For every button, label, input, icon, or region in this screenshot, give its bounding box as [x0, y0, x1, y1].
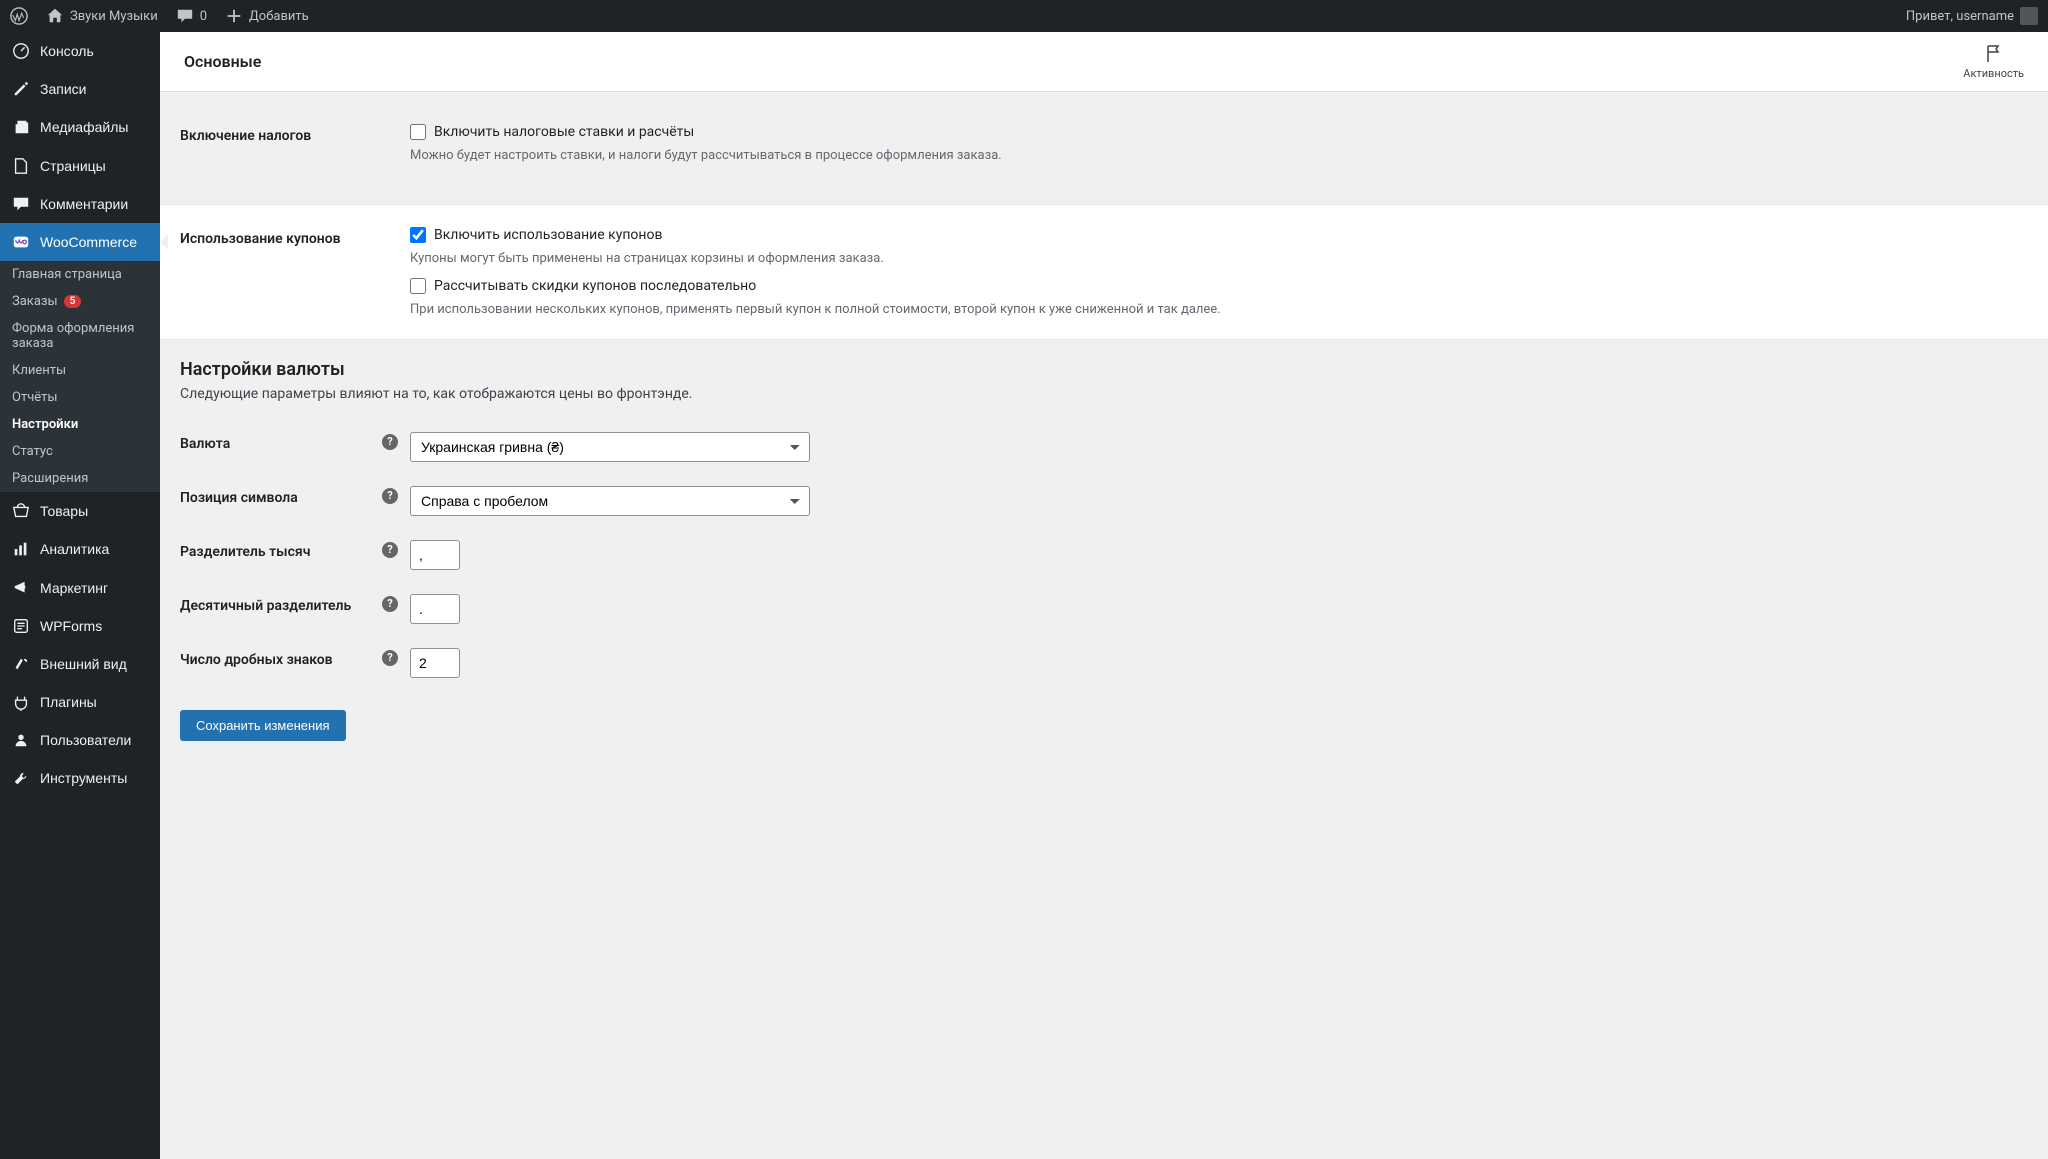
- sidebar-item-woocommerce[interactable]: WooCommerce: [0, 223, 160, 261]
- help-icon[interactable]: ?: [382, 596, 398, 612]
- sidebar-item-label: WooCommerce: [40, 233, 137, 251]
- content-area: Основные Активность Включение налогов Вк…: [160, 32, 2048, 1159]
- submenu-item-extensions[interactable]: Расширения: [0, 465, 160, 492]
- add-new-link[interactable]: Добавить: [225, 7, 309, 25]
- site-link[interactable]: Звуки Музыки: [46, 7, 158, 25]
- tab-header: Основные Активность: [160, 32, 2048, 92]
- tab-general[interactable]: Основные: [184, 52, 261, 71]
- flag-icon: [1984, 44, 2004, 64]
- sidebar-item-label: Страницы: [40, 157, 106, 175]
- sidebar-item-products[interactable]: Товары: [0, 492, 160, 530]
- site-name-label: Звуки Музыки: [70, 9, 158, 24]
- decimal-sep-input[interactable]: [410, 594, 460, 624]
- orders-badge: 5: [64, 295, 82, 308]
- label-enable-taxes: Включение налогов: [180, 124, 410, 144]
- currency-select[interactable]: Украинская гривна (₴): [410, 432, 810, 462]
- label-num-decimals: Число дробных знаков: [180, 648, 382, 668]
- sidebar-item-label: Товары: [40, 502, 88, 520]
- sidebar-item-tools[interactable]: Инструменты: [0, 759, 160, 797]
- sidebar-item-media[interactable]: Медиафайлы: [0, 108, 160, 146]
- sidebar-item-users[interactable]: Пользователи: [0, 721, 160, 759]
- sidebar-item-comments[interactable]: Комментарии: [0, 185, 160, 223]
- sidebar-item-pages[interactable]: Страницы: [0, 147, 160, 185]
- label-currency-position: Позиция символа: [180, 486, 382, 506]
- label-coupons: Использование купонов: [180, 227, 410, 247]
- enable-coupons-checkbox-label[interactable]: Включить использование купонов: [434, 227, 662, 243]
- row-currency: Валюта ? Украинская гривна (₴): [180, 420, 2028, 474]
- submenu-item-reports[interactable]: Отчёты: [0, 384, 160, 411]
- submenu-item-home[interactable]: Главная страница: [0, 261, 160, 288]
- sidebar-item-label: Медиафайлы: [40, 118, 128, 136]
- thousand-sep-input[interactable]: [410, 540, 460, 570]
- admin-sidebar: Консоль Записи Медиафайлы Страницы Комме…: [0, 32, 160, 1159]
- activity-label: Активность: [1963, 67, 2024, 80]
- sidebar-item-label: Маркетинг: [40, 579, 108, 597]
- label-decimal-sep: Десятичный разделитель: [180, 594, 382, 614]
- sequential-coupons-desc: При использовании нескольких купонов, пр…: [410, 302, 2028, 317]
- sidebar-item-plugins[interactable]: Плагины: [0, 683, 160, 721]
- row-decimal-sep: Десятичный разделитель ?: [180, 582, 2028, 636]
- sidebar-item-marketing[interactable]: Маркетинг: [0, 569, 160, 607]
- comments-link[interactable]: 0: [176, 7, 207, 25]
- submenu-item-status[interactable]: Статус: [0, 438, 160, 465]
- help-icon[interactable]: ?: [382, 542, 398, 558]
- sidebar-item-analytics[interactable]: Аналитика: [0, 530, 160, 568]
- woocommerce-submenu: Главная страница Заказы 5 Форма оформлен…: [0, 261, 160, 492]
- sidebar-item-label: Аналитика: [40, 540, 109, 558]
- submenu-item-orders[interactable]: Заказы 5: [0, 288, 160, 315]
- coupons-section-highlight: Использование купонов Включить использов…: [160, 205, 2048, 339]
- submenu-item-checkout-form[interactable]: Форма оформления заказа: [0, 315, 160, 357]
- sidebar-item-label: Инструменты: [40, 769, 127, 787]
- row-currency-position: Позиция символа ? Справа с пробелом: [180, 474, 2028, 528]
- sidebar-item-label: Пользователи: [40, 731, 131, 749]
- submenu-item-customers[interactable]: Клиенты: [0, 357, 160, 384]
- help-icon[interactable]: ?: [382, 488, 398, 504]
- greeting-label: Привет, username: [1906, 9, 2014, 24]
- enable-taxes-desc: Можно будет настроить ставки, и налоги б…: [410, 148, 2028, 163]
- help-icon[interactable]: ?: [382, 650, 398, 666]
- label-thousand-sep: Разделитель тысяч: [180, 540, 382, 560]
- sidebar-item-label: Комментарии: [40, 195, 128, 213]
- submenu-item-settings[interactable]: Настройки: [0, 411, 160, 438]
- enable-coupons-checkbox[interactable]: [410, 227, 426, 243]
- currency-section-title: Настройки валюты: [180, 359, 2028, 380]
- comment-count: 0: [200, 9, 207, 24]
- help-icon[interactable]: ?: [382, 434, 398, 450]
- add-new-label: Добавить: [249, 9, 309, 24]
- currency-position-select[interactable]: Справа с пробелом: [410, 486, 810, 516]
- enable-coupons-desc: Купоны могут быть применены на страницах…: [410, 251, 2028, 266]
- sequential-coupons-checkbox[interactable]: [410, 278, 426, 294]
- save-changes-button[interactable]: Сохранить изменения: [180, 710, 346, 741]
- row-thousand-sep: Разделитель тысяч ?: [180, 528, 2028, 582]
- sidebar-item-posts[interactable]: Записи: [0, 70, 160, 108]
- sequential-coupons-checkbox-label[interactable]: Рассчитывать скидки купонов последовател…: [434, 278, 756, 294]
- user-avatar-icon: [2020, 7, 2038, 25]
- sidebar-item-label: Внешний вид: [40, 655, 127, 673]
- sidebar-item-appearance[interactable]: Внешний вид: [0, 645, 160, 683]
- enable-taxes-checkbox[interactable]: [410, 124, 426, 140]
- account-link[interactable]: Привет, username: [1906, 7, 2038, 25]
- admin-bar: Звуки Музыки 0 Добавить Привет, username: [0, 0, 2048, 32]
- sidebar-item-label: Плагины: [40, 693, 97, 711]
- sidebar-item-wpforms[interactable]: WPForms: [0, 607, 160, 645]
- activity-button[interactable]: Активность: [1963, 44, 2024, 80]
- enable-taxes-checkbox-label[interactable]: Включить налоговые ставки и расчёты: [434, 124, 694, 140]
- sidebar-item-label: WPForms: [40, 617, 102, 635]
- row-enable-taxes: Включение налогов Включить налоговые ста…: [180, 112, 2028, 187]
- label-currency: Валюта: [180, 432, 382, 452]
- currency-section-desc: Следующие параметры влияют на то, как от…: [180, 386, 2028, 402]
- sidebar-item-label: Консоль: [40, 42, 94, 60]
- wordpress-logo-icon[interactable]: [10, 7, 28, 25]
- row-num-decimals: Число дробных знаков ?: [180, 636, 2028, 690]
- num-decimals-input[interactable]: [410, 648, 460, 678]
- sidebar-item-dashboard[interactable]: Консоль: [0, 32, 160, 70]
- sidebar-item-label: Записи: [40, 80, 86, 98]
